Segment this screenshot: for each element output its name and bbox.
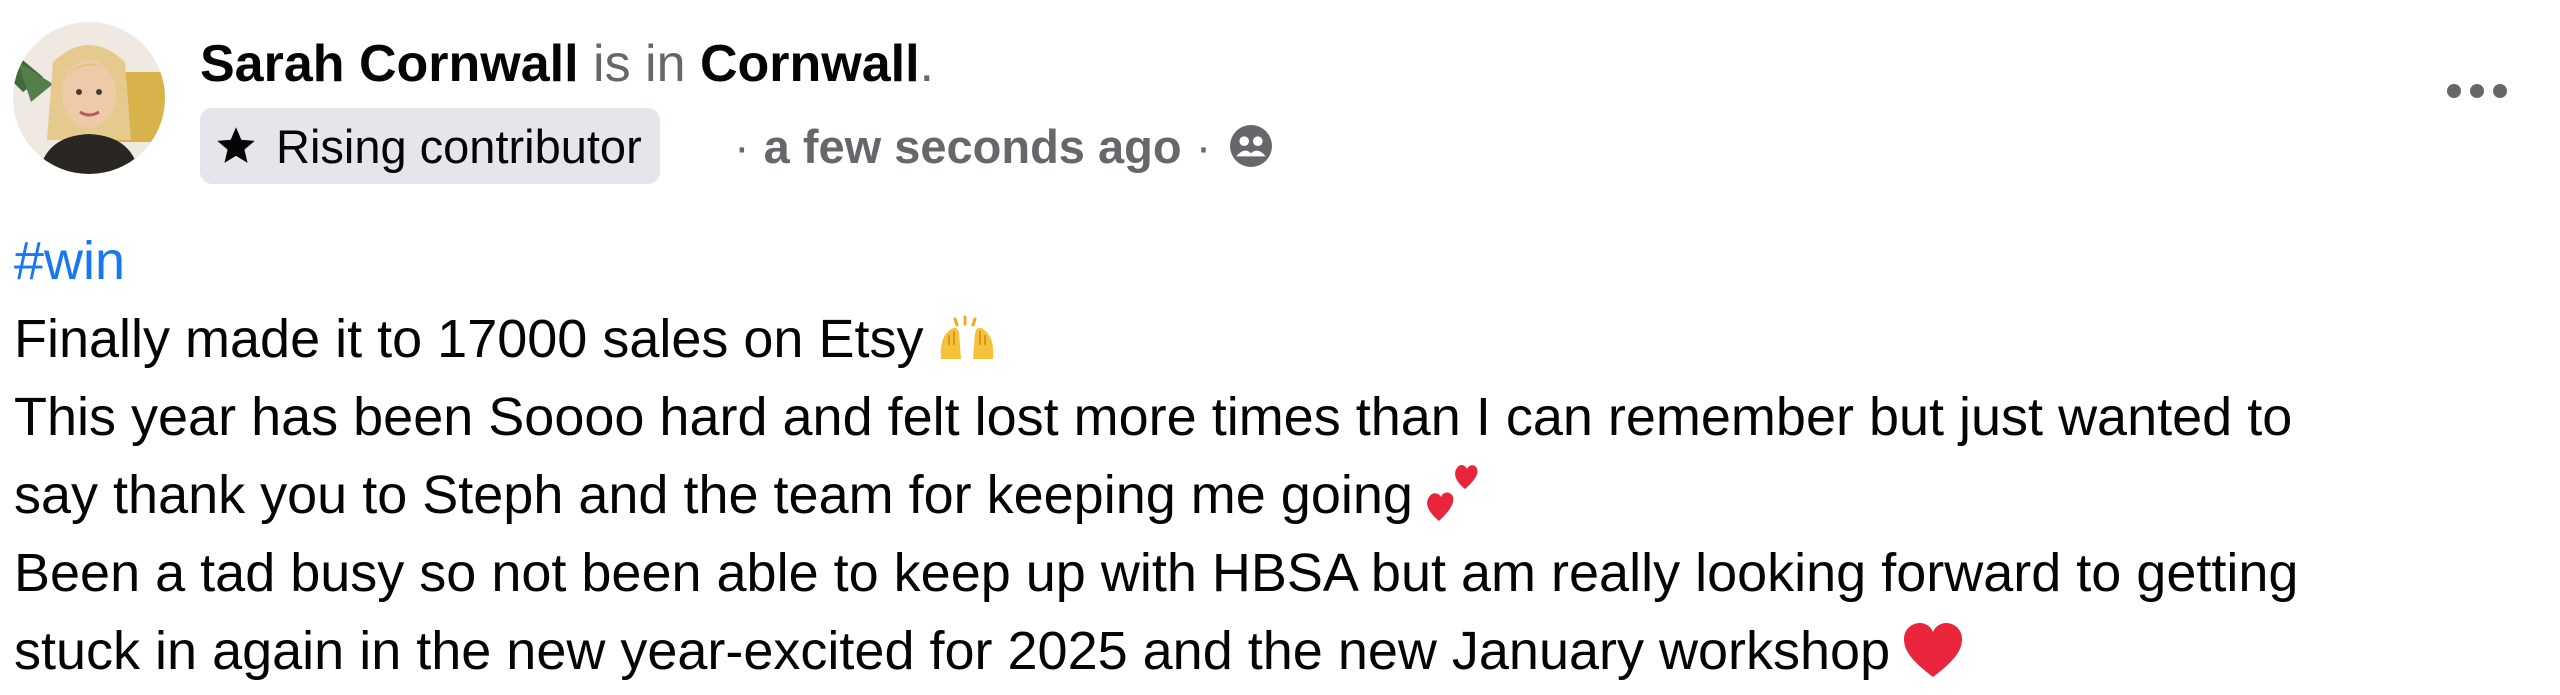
author-end-punct: . — [919, 35, 934, 93]
star-icon — [214, 124, 258, 168]
post-line: stuck in again in the new year-excited f… — [14, 612, 2554, 690]
author-connector: is in — [578, 35, 700, 93]
badge-label: Rising contributor — [276, 119, 642, 173]
profile-photo-icon — [13, 22, 165, 174]
author-line: Sarah Cornwall is in Cornwall. — [200, 28, 934, 100]
post-line-text: Finally made it to 17000 sales on Etsy — [14, 309, 924, 369]
author-avatar[interactable] — [13, 22, 165, 174]
more-options-button[interactable] — [2438, 66, 2516, 116]
post-line: This year has been Soooo hard and felt l… — [14, 387, 2293, 447]
meta-separator: · — [1195, 119, 1212, 173]
more-options-icon — [2447, 84, 2507, 98]
hashtag-link[interactable]: #win — [14, 222, 2554, 300]
post-card: Sarah Cornwall is in Cornwall. Rising co… — [0, 0, 2560, 695]
raising-hands-icon — [935, 315, 999, 367]
post-line: Been a tad busy so not been able to keep… — [14, 543, 2299, 603]
post-line: Finally made it to 17000 sales on Etsy — [14, 300, 2554, 378]
contributor-badge[interactable]: Rising contributor — [200, 108, 660, 184]
post-timestamp[interactable]: a few seconds ago — [764, 119, 1182, 174]
post-line-text: stuck in again in the new year-excited f… — [14, 621, 1891, 681]
red-heart-icon — [1902, 621, 1964, 679]
meta-separator: · — [734, 119, 750, 173]
post-line: say thank you to Steph and the team for … — [14, 456, 2554, 534]
post-meta: · a few seconds ago · — [720, 108, 1275, 184]
author-name[interactable]: Sarah Cornwall — [200, 35, 579, 93]
author-location[interactable]: Cornwall — [700, 35, 920, 93]
post-line-text: say thank you to Steph and the team for … — [14, 465, 1413, 525]
group-audience-icon[interactable] — [1227, 122, 1275, 170]
post-body: #win Finally made it to 17000 sales on E… — [14, 222, 2554, 690]
two-hearts-icon — [1425, 459, 1489, 523]
